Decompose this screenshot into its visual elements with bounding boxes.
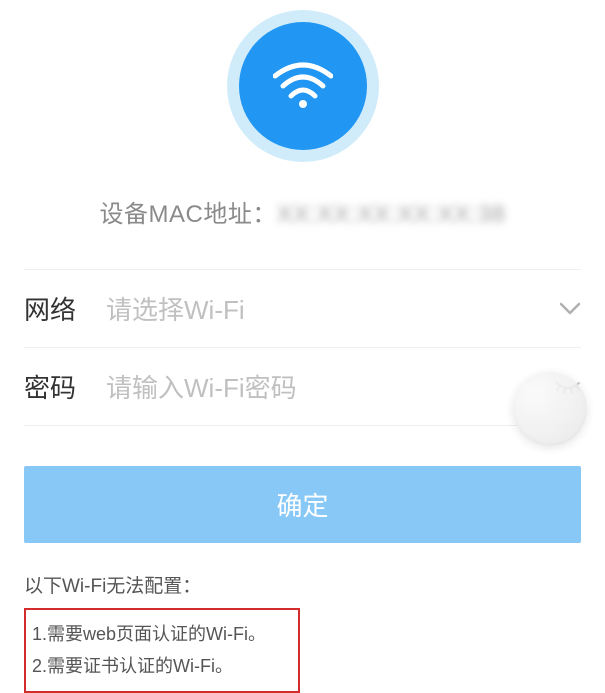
mac-address-value: XX:XX:XX:XX:XX:38	[277, 201, 506, 228]
network-label: 网络	[24, 290, 106, 327]
note-section: 以下Wi-Fi无法配置： 1.需要web页面认证的Wi-Fi。 2.需要证书认证…	[0, 543, 605, 693]
note-item-1: 1.需要web页面认证的Wi-Fi。	[32, 618, 292, 650]
password-label: 密码	[24, 368, 106, 405]
chevron-down-icon	[559, 302, 581, 316]
network-select-row[interactable]: 网络 请选择Wi-Fi	[24, 269, 581, 348]
wifi-circle-outer	[227, 10, 379, 162]
note-title: 以下Wi-Fi无法配置：	[24, 571, 581, 598]
wifi-circle-inner	[239, 22, 367, 150]
confirm-button[interactable]: 确定	[24, 466, 581, 543]
mac-address-label: 设备MAC地址：	[100, 201, 277, 228]
wifi-icon	[273, 62, 333, 110]
note-item-2: 2.需要证书认证的Wi-Fi。	[32, 650, 292, 682]
floating-assistive-button[interactable]	[513, 372, 587, 446]
wifi-logo-container	[0, 0, 605, 162]
password-input-row[interactable]: 密码 请输入Wi-Fi密码	[24, 348, 581, 426]
mac-address-line: 设备MAC地址：XX:XX:XX:XX:XX:38	[0, 194, 605, 229]
password-placeholder: 请输入Wi-Fi密码	[106, 368, 555, 405]
note-warning-box: 1.需要web页面认证的Wi-Fi。 2.需要证书认证的Wi-Fi。	[24, 608, 300, 693]
network-placeholder: 请选择Wi-Fi	[106, 290, 559, 327]
